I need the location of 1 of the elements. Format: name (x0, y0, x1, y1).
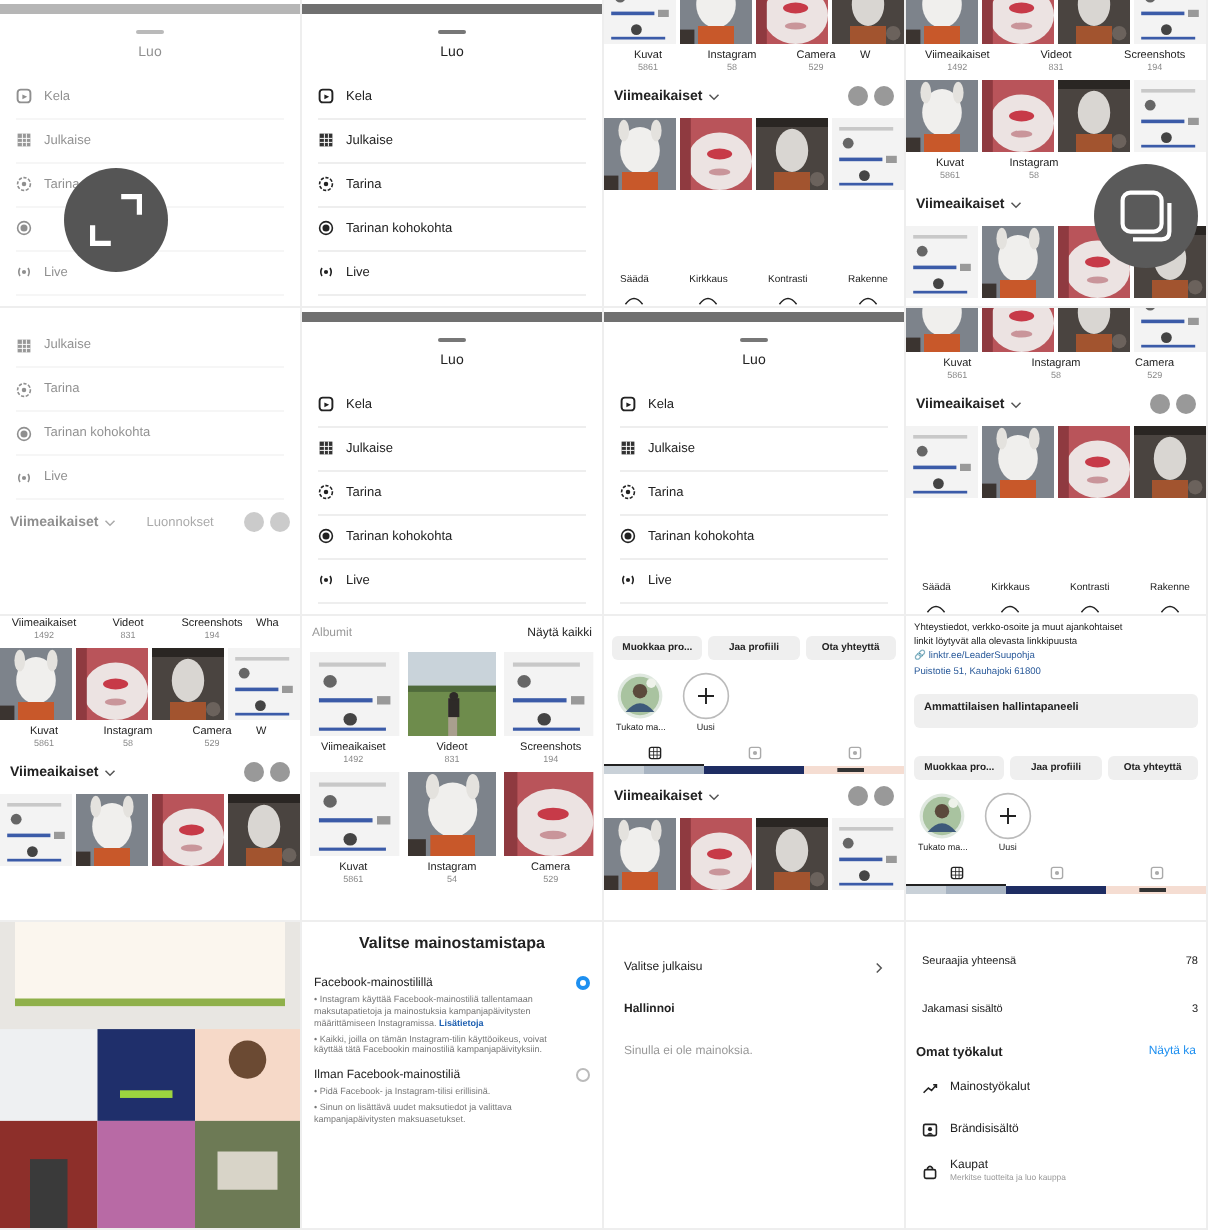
page-title: Valitse mainostamistapa (359, 934, 545, 952)
